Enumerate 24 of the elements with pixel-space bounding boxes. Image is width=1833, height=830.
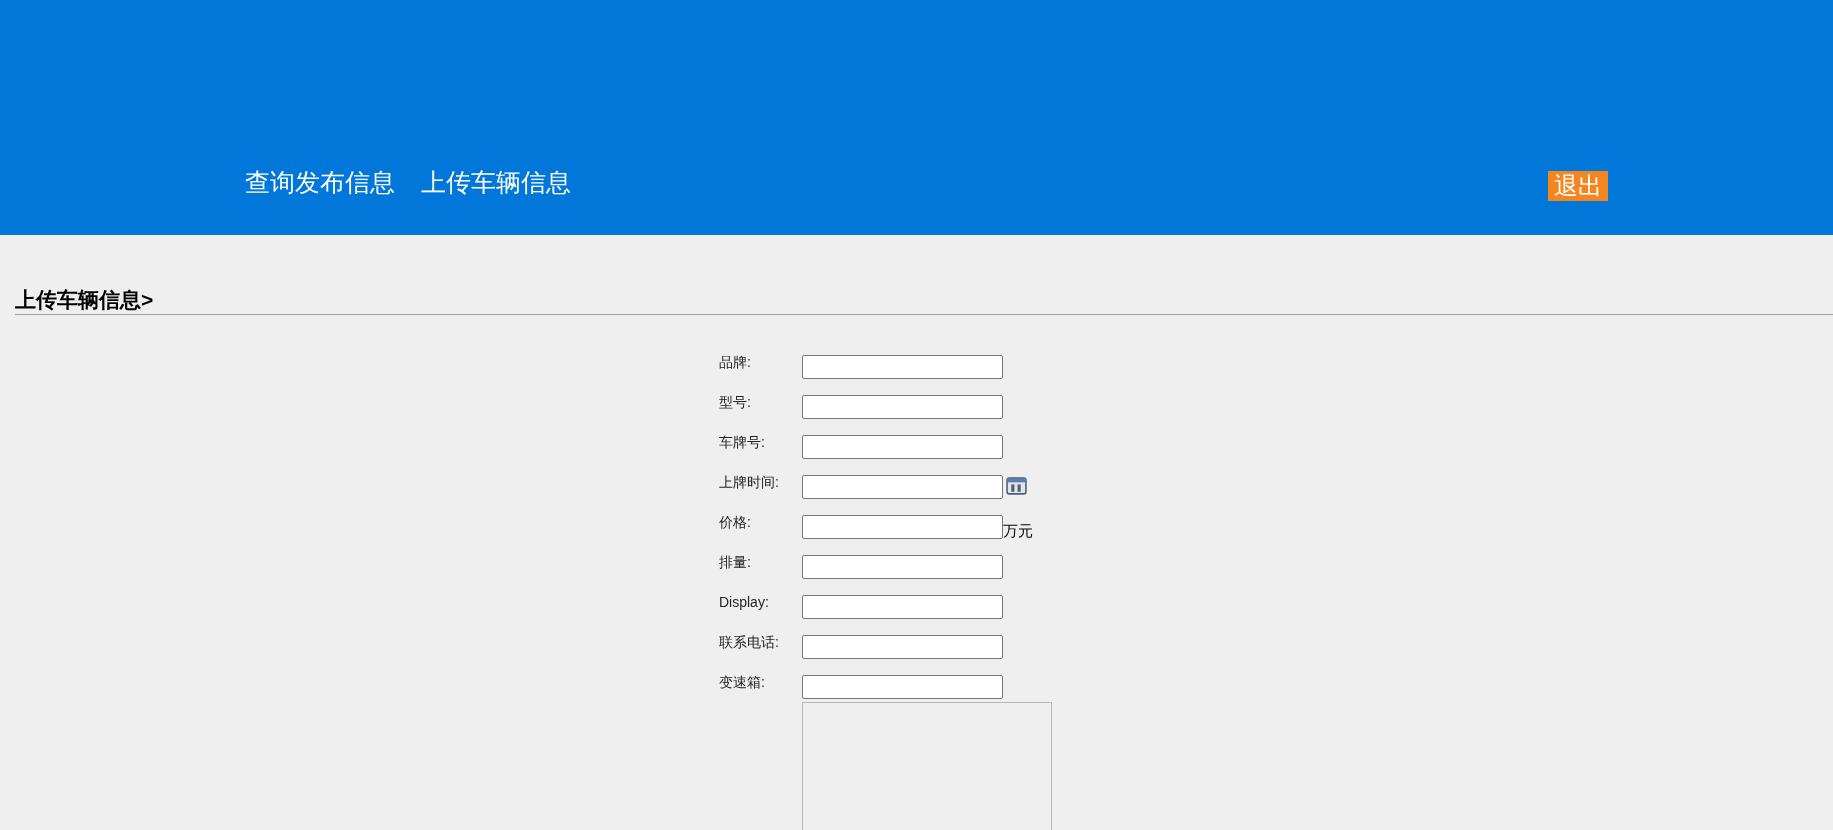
input-field[interactable] [802,675,1003,699]
field-label: 品牌: [719,353,752,371]
input-field[interactable] [802,555,1003,579]
field-label: 变速箱: [719,673,766,691]
nav-link[interactable]: 上传车辆信息 [421,166,571,199]
input-field[interactable] [802,595,1003,619]
calendar-icon[interactable] [1006,476,1027,495]
input-field[interactable] [802,475,1003,499]
input-field[interactable] [802,435,1003,459]
input-field[interactable] [802,515,1003,539]
field-label: 排量: [719,553,752,571]
input-field[interactable] [802,395,1003,419]
unit-label: 万元 [1003,521,1033,541]
input-field[interactable] [802,635,1003,659]
field-label: Display: [719,593,770,611]
logout-button[interactable]: 退出 [1548,171,1608,201]
field-label: 型号: [719,393,752,411]
field-label: 车牌号: [719,433,766,451]
nav-link[interactable]: 查询发布信息 [245,166,395,199]
section-title: 上传车辆信息> [15,287,1833,315]
field-label: 价格: [719,513,752,531]
input-field[interactable] [802,355,1003,379]
field-label: 联系电话: [719,633,780,651]
field-label: 上牌时间: [719,473,780,491]
